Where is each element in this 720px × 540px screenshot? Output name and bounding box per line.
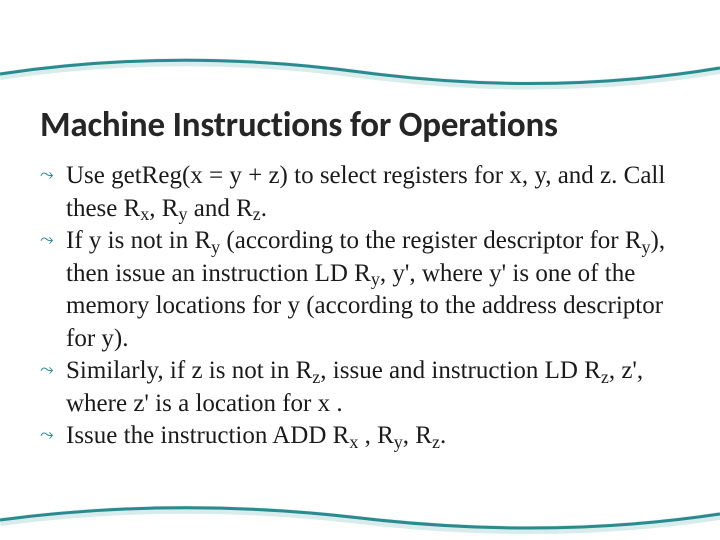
bullet-item: ⤳ Use getReg(x = y + z) to select regist… <box>40 160 672 225</box>
bullet-glyph-icon: ⤳ <box>40 229 54 251</box>
bullet-glyph-icon: ⤳ <box>40 359 54 381</box>
bullet-text: Similarly, if z is not in Rz, issue and … <box>66 357 643 417</box>
slide-title: Machine Instructions for Operations <box>40 104 680 146</box>
bullet-item: ⤳ If y is not in Ry (according to the re… <box>40 225 672 355</box>
bullet-item: ⤳ Similarly, if z is not in Rz, issue an… <box>40 355 672 420</box>
slide: Machine Instructions for Operations ⤳ Us… <box>0 0 720 540</box>
bullet-text: Use getReg(x = y + z) to select register… <box>66 162 665 222</box>
slide-body: ⤳ Use getReg(x = y + z) to select regist… <box>40 160 672 453</box>
bullet-glyph-icon: ⤳ <box>40 164 54 186</box>
bottom-wave-decoration <box>0 502 720 540</box>
bullet-glyph-icon: ⤳ <box>40 424 54 446</box>
bullet-text: Issue the instruction ADD Rx , Ry, Rz. <box>66 422 446 449</box>
bullet-text: If y is not in Ry (according to the regi… <box>66 227 665 352</box>
top-wave-decoration <box>0 52 720 94</box>
bullet-item: ⤳ Issue the instruction ADD Rx , Ry, Rz. <box>40 420 672 453</box>
